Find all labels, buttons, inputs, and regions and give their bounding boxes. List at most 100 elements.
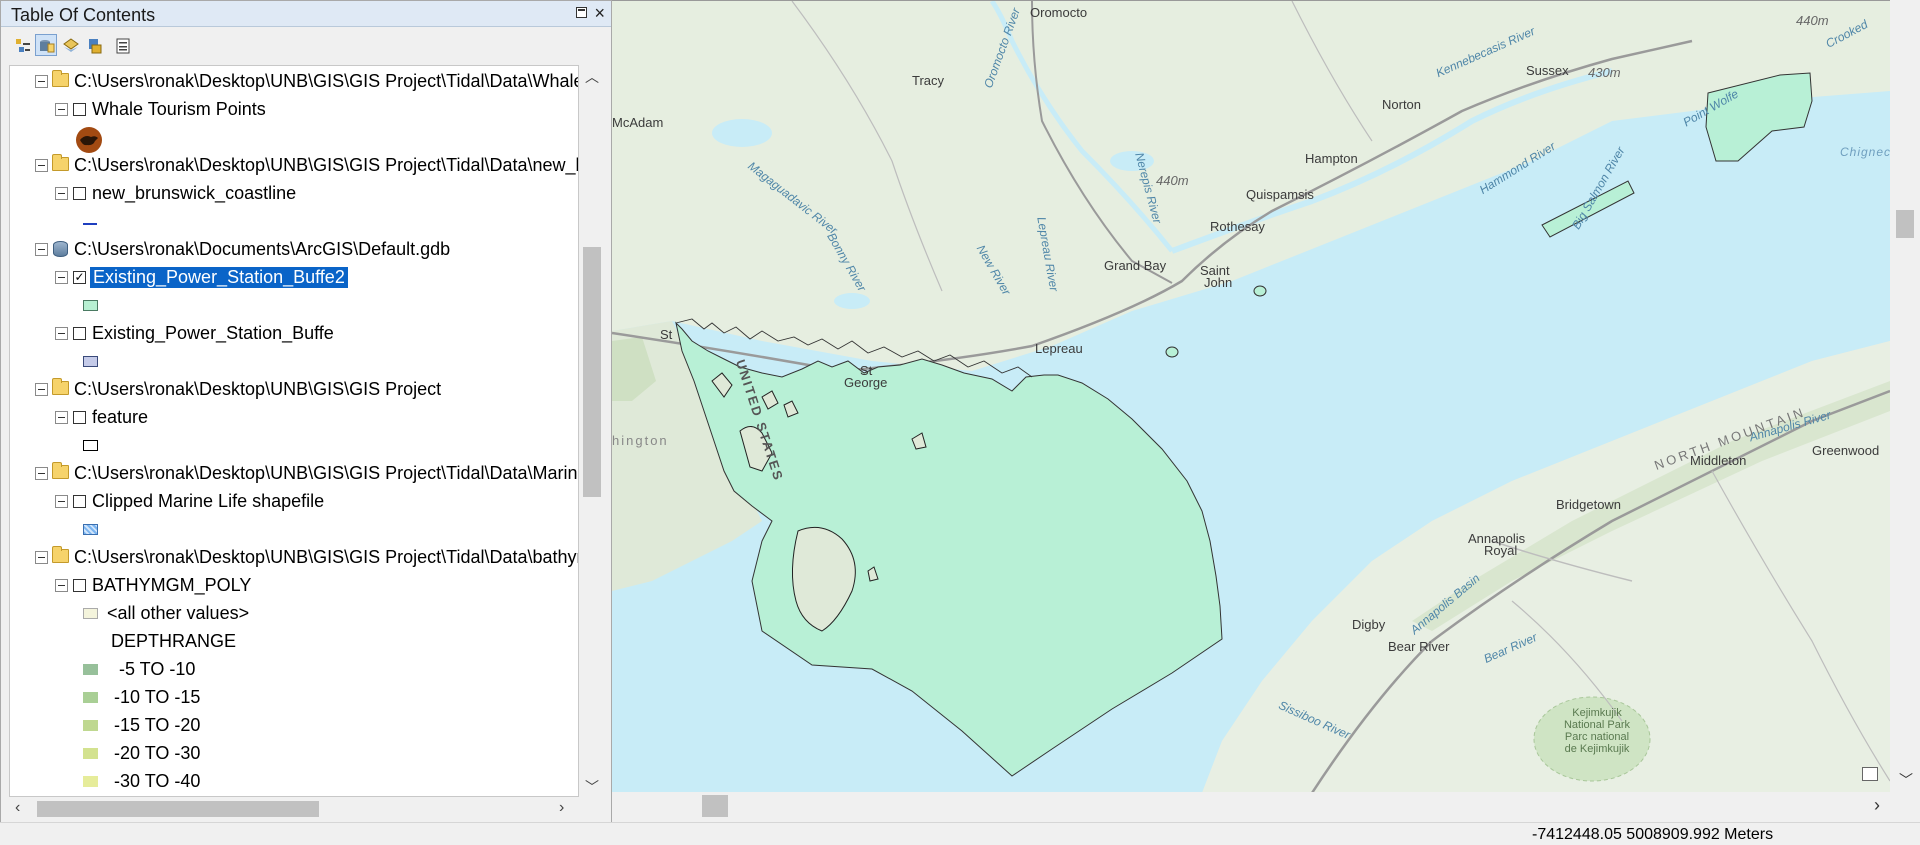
scroll-thumb[interactable] [583, 247, 601, 497]
fill-swatch [83, 748, 98, 759]
toc-layer-list: C:\Users\ronak\Desktop\UNB\GIS\GIS Proje… [9, 65, 579, 797]
auto-hide-pin-icon[interactable] [576, 7, 587, 18]
scroll-right-icon[interactable]: › [559, 799, 564, 817]
legend-class: -30 TO -40 [10, 768, 410, 796]
map-view[interactable]: Oromocto Tracy McAdam Norton Sussex Hamp… [612, 0, 1890, 792]
layer-visibility-checkbox[interactable] [73, 495, 86, 508]
fill-swatch [83, 664, 98, 675]
scroll-down-icon[interactable]: ﹀ [585, 777, 599, 797]
layer-existing-power-station-buffe2[interactable]: ✓ Existing_Power_Station_Buffe2 [10, 264, 578, 292]
collapse-toggle[interactable] [35, 383, 48, 396]
toc-horizontal-scrollbar[interactable]: ‹ › [9, 798, 579, 820]
place-label: Rothesay [1210, 219, 1265, 234]
layer-new-brunswick-coastline[interactable]: new_brunswick_coastline [10, 180, 578, 208]
source-path-label: C:\Users\ronak\Desktop\UNB\GIS\GIS Proje… [74, 463, 579, 483]
collapse-toggle[interactable] [55, 187, 68, 200]
scroll-thumb[interactable] [37, 801, 319, 817]
place-label: McAdam [612, 115, 664, 130]
line-symbol [83, 223, 97, 225]
source-group-marine[interactable]: C:\Users\ronak\Desktop\UNB\GIS\GIS Proje… [10, 460, 579, 488]
layer-visibility-checkbox[interactable] [73, 579, 86, 592]
source-group-gis-project[interactable]: C:\Users\ronak\Desktop\UNB\GIS\GIS Proje… [10, 376, 578, 404]
list-by-selection-button[interactable] [83, 34, 105, 56]
map-vertical-scrollbar[interactable]: ﹀ [1890, 0, 1920, 792]
legend-whale-marker [10, 124, 210, 153]
options-button[interactable] [111, 34, 133, 56]
fill-swatch [83, 440, 98, 451]
legend-buffe-fill [10, 348, 210, 376]
collapse-toggle[interactable] [55, 103, 68, 116]
layer-clipped-marine-life[interactable]: Clipped Marine Life shapefile [10, 488, 578, 516]
layer-name: Whale Tourism Points [92, 99, 266, 119]
scroll-left-icon[interactable]: ‹ [15, 799, 20, 817]
source-group-bathymetry[interactable]: C:\Users\ronak\Desktop\UNB\GIS\GIS Proje… [10, 544, 578, 572]
collapse-toggle[interactable] [55, 271, 68, 284]
toc-vertical-scrollbar[interactable]: ︿ ﹀ [581, 65, 603, 797]
layer-whale-tourism-points[interactable]: Whale Tourism Points [10, 96, 578, 124]
fill-swatch [83, 524, 98, 535]
collapse-toggle[interactable] [35, 75, 48, 88]
source-path-label: C:\Users\ronak\Desktop\UNB\GIS\GIS Proje… [74, 71, 579, 91]
elevation-label: 430m [1588, 65, 1621, 80]
place-label: Norton [1382, 97, 1422, 112]
layer-feature[interactable]: feature [10, 404, 578, 432]
fill-swatch [83, 356, 98, 367]
legend-class: -10 TO -15 [10, 684, 410, 712]
geodatabase-icon [53, 241, 68, 257]
list-by-selection-icon [89, 39, 102, 54]
place-label: Oromocto [1030, 5, 1088, 20]
scroll-thumb[interactable] [702, 795, 728, 817]
layer-visibility-checkbox[interactable] [73, 187, 86, 200]
collapse-toggle[interactable] [35, 159, 48, 172]
source-group-whale[interactable]: C:\Users\ronak\Desktop\UNB\GIS\GIS Proje… [10, 68, 579, 96]
coordinate-readout: -7412448.05 5008909.992 Meters [1532, 826, 1774, 843]
legend-class: -15 TO -20 [10, 712, 410, 740]
layer-name: BATHYMGM_POLY [92, 575, 252, 595]
place-label: Greenwood [1812, 443, 1880, 458]
class-label: -5 TO -10 [119, 659, 196, 679]
layer-visibility-checkbox[interactable] [73, 103, 86, 116]
list-by-visibility-button[interactable] [59, 34, 81, 56]
layer-visibility-checkbox[interactable] [73, 327, 86, 340]
collapse-toggle[interactable] [55, 579, 68, 592]
layer-visibility-checkbox[interactable]: ✓ [73, 271, 86, 284]
scroll-down-icon[interactable]: ﹀ [1899, 770, 1913, 790]
legend-marine-fill [10, 516, 210, 544]
layer-visibility-checkbox[interactable] [73, 411, 86, 424]
list-by-drawing-order-icon [16, 39, 30, 52]
collapse-toggle[interactable] [35, 551, 48, 564]
layer-bathymgm-poly[interactable]: BATHYMGM_POLY [10, 572, 578, 600]
collapse-toggle[interactable] [55, 411, 68, 424]
layer-existing-power-station-buffe[interactable]: Existing_Power_Station_Buffe [10, 320, 578, 348]
scroll-right-icon[interactable]: › [1874, 795, 1880, 816]
place-label: Hampton [1305, 151, 1358, 166]
map-tips-icon[interactable] [1862, 767, 1878, 781]
source-path-label: C:\Users\ronak\Desktop\UNB\GIS\GIS Proje… [74, 379, 442, 399]
place-label: St [660, 327, 673, 342]
legend-heading-depthrange: DEPTHRANGE [10, 628, 410, 656]
folder-icon [52, 378, 69, 395]
scroll-up-icon[interactable]: ︿ [585, 67, 599, 87]
place-label: Grand Bay [1104, 258, 1167, 273]
park-label: Kejimkujik National Park Parc national d… [1552, 707, 1642, 755]
legend-class-all-other: <all other values> [10, 600, 410, 628]
place-label: John [1204, 275, 1233, 290]
fill-swatch [83, 720, 98, 731]
collapse-toggle[interactable] [55, 327, 68, 340]
collapse-toggle[interactable] [55, 495, 68, 508]
collapse-toggle[interactable] [35, 243, 48, 256]
layer-name: feature [92, 407, 149, 427]
folder-icon [52, 462, 69, 479]
fill-swatch [83, 692, 98, 703]
scroll-thumb[interactable] [1896, 210, 1914, 238]
source-group-new-brunswick[interactable]: C:\Users\ronak\Desktop\UNB\GIS\GIS Proje… [10, 152, 578, 180]
list-by-source-button[interactable] [35, 34, 57, 56]
list-by-drawing-order-button[interactable] [11, 34, 33, 56]
close-icon[interactable]: × [594, 3, 605, 23]
map-horizontal-scrollbar[interactable]: › [612, 792, 1890, 820]
source-group-default-gdb[interactable]: C:\Users\ronak\Documents\ArcGIS\Default.… [10, 236, 578, 264]
collapse-toggle[interactable] [35, 467, 48, 480]
layer-name: Existing_Power_Station_Buffe [92, 323, 334, 343]
layer-name: new_brunswick_coastline [92, 183, 297, 203]
source-path-label: C:\Users\ronak\Documents\ArcGIS\Default.… [74, 239, 451, 259]
